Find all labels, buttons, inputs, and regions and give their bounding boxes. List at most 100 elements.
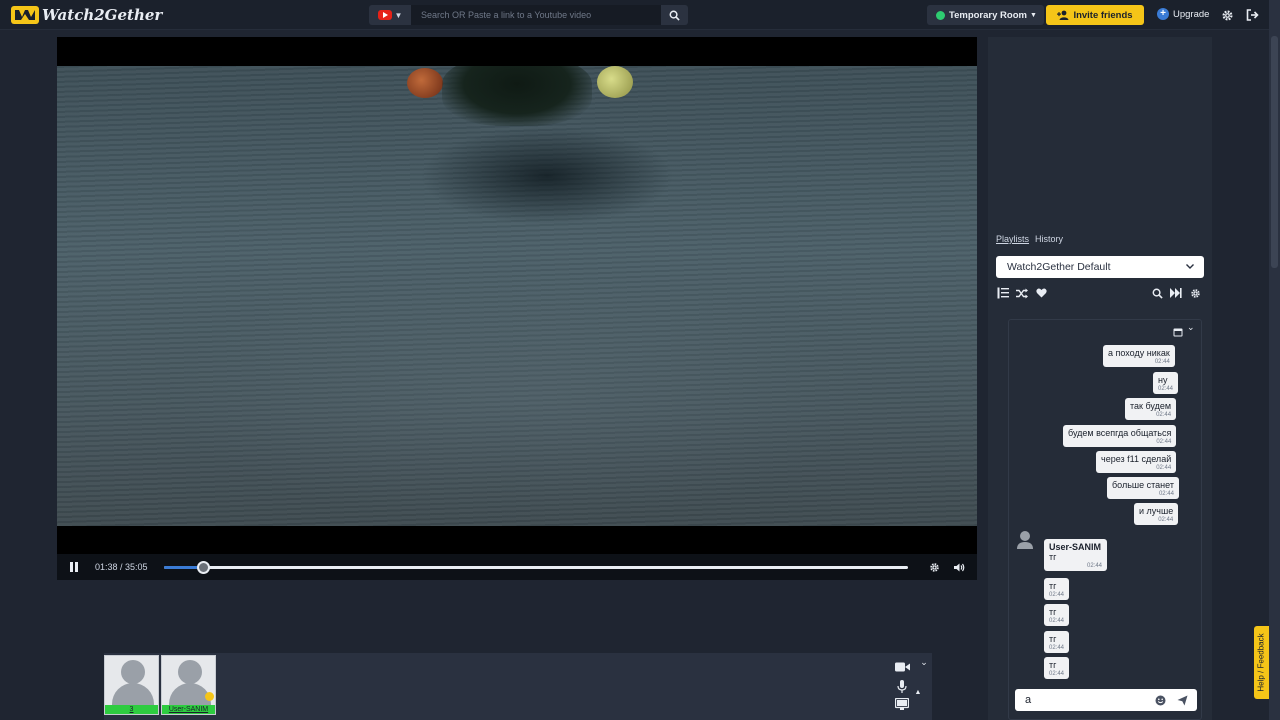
youtube-icon: [377, 10, 392, 20]
gear-icon: [1221, 9, 1233, 21]
message-time: 02:44: [1086, 563, 1102, 569]
search-input[interactable]: [411, 5, 661, 25]
host-crown-icon: [205, 692, 214, 701]
source-select-button[interactable]: ▼: [369, 5, 411, 25]
message-time: 02:44: [1158, 517, 1174, 523]
logout-button[interactable]: [1244, 7, 1260, 23]
scrollbar-thumb[interactable]: [1271, 36, 1278, 268]
chevron-up-icon: ▲: [914, 688, 922, 696]
playlist-search-button[interactable]: [1150, 286, 1164, 300]
tab-playlists[interactable]: Playlists: [996, 234, 1029, 244]
feedback-label: Help / Feedback: [1257, 633, 1267, 692]
send-icon: [1177, 695, 1187, 705]
user-tile[interactable]: User-SANIM: [161, 655, 216, 715]
user-tile[interactable]: 3: [104, 655, 159, 715]
user-name[interactable]: 3: [105, 705, 158, 714]
message-text: так будем: [1130, 401, 1172, 411]
message-text: тг: [1049, 634, 1057, 644]
chat-message: тг 02:44: [1044, 604, 1070, 626]
fast-forward-icon: [1170, 288, 1182, 298]
playlist-settings-button[interactable]: [1188, 286, 1202, 300]
pause-button[interactable]: [70, 562, 80, 572]
logo-icon: [11, 6, 39, 24]
chat-message: тг 02:44: [1044, 657, 1070, 679]
message-text: тг: [1049, 660, 1057, 670]
message-time: 02:44: [1158, 386, 1174, 392]
message-time: 02:44: [1156, 465, 1172, 471]
heart-icon: [1035, 288, 1047, 298]
emoji-icon: [1155, 695, 1165, 705]
search-button[interactable]: [661, 5, 688, 25]
message-text: через f11 сделай: [1101, 454, 1172, 464]
camera-button[interactable]: [894, 660, 910, 674]
gear-icon: [929, 562, 939, 572]
message-text: а походу никак: [1108, 348, 1170, 358]
search-bar: ▼: [369, 5, 688, 25]
chevron-down-icon: ▼: [1029, 11, 1037, 19]
invite-label: Invite friends: [1073, 9, 1133, 21]
video-player[interactable]: 01:38 / 35:05: [57, 37, 977, 580]
chat-avatar: [1017, 531, 1033, 549]
progress-bar[interactable]: [164, 561, 908, 574]
time-display: 01:38 / 35:05: [95, 562, 148, 572]
chat-message: и лучше 02:44: [1134, 503, 1179, 525]
chevron-down-icon: ⌄: [1187, 322, 1195, 332]
video-content: [597, 66, 633, 98]
message-time: 02:44: [1049, 618, 1065, 624]
help-feedback-button[interactable]: Help / Feedback: [1254, 626, 1269, 699]
microphone-icon: [897, 679, 907, 693]
emoji-button[interactable]: [1154, 694, 1166, 706]
message-text: тг: [1049, 581, 1057, 591]
top-bar: Watch2Gether ▼ Temporary Room ▼ Invite f…: [0, 0, 1280, 30]
invite-friends-button[interactable]: Invite friends: [1046, 5, 1144, 25]
tab-history[interactable]: History: [1035, 234, 1063, 244]
chat-message: а походу никак 02:44: [1103, 345, 1175, 367]
window-icon: [1173, 328, 1183, 337]
chevron-down-icon: ⌄: [920, 656, 928, 667]
chat-input-box: [1015, 689, 1197, 711]
chat-message: тг 02:44: [1044, 578, 1070, 600]
app-logo[interactable]: Watch2Gether: [11, 5, 162, 25]
message-text: тг: [1049, 552, 1057, 562]
send-button[interactable]: [1176, 694, 1188, 706]
volume-icon: [954, 563, 965, 571]
gear-icon: [1190, 288, 1200, 298]
chat-input[interactable]: [1015, 689, 1151, 711]
message-time: 02:44: [1049, 645, 1065, 651]
chat-message: через f11 сделай 02:44: [1096, 451, 1177, 473]
room-dropdown[interactable]: Temporary Room ▼: [927, 5, 1044, 25]
progress-knob[interactable]: [197, 561, 211, 574]
video-frame[interactable]: [57, 66, 977, 526]
chat-message: ну 02:44: [1153, 372, 1179, 394]
collapse-button[interactable]: ⌄: [916, 655, 932, 669]
chevron-down-icon: ▼: [394, 10, 403, 20]
upgrade-button[interactable]: + Upgrade: [1157, 8, 1209, 20]
video-content: [407, 68, 443, 98]
playlist-list-button[interactable]: [996, 286, 1010, 300]
playlist-select[interactable]: Watch2Gether Default: [996, 256, 1204, 278]
upgrade-label: Upgrade: [1173, 8, 1210, 20]
settings-button[interactable]: [1219, 7, 1235, 23]
message-text: и лучше: [1139, 506, 1174, 516]
shuffle-button[interactable]: [1015, 286, 1029, 300]
monitor-icon: [895, 697, 909, 710]
microphone-button[interactable]: [894, 679, 910, 693]
mic-options-button[interactable]: ▲: [910, 685, 926, 699]
page-scrollbar[interactable]: [1269, 0, 1280, 720]
message-user[interactable]: User-SANIM: [1049, 542, 1102, 552]
screen-share-button[interactable]: [894, 697, 910, 711]
webcam-panel: 3 User-SANIM ⌄ ▲: [104, 653, 932, 720]
volume-button[interactable]: [952, 560, 966, 574]
chat-collapse-button[interactable]: ⌄: [1187, 322, 1197, 332]
message-time: 02:44: [1156, 412, 1172, 418]
chat-message: User-SANIM тг 02:44: [1044, 539, 1107, 571]
message-text: будем всепгда общаться: [1068, 428, 1172, 438]
chat-window-button[interactable]: [1173, 324, 1183, 337]
skip-forward-button[interactable]: [1169, 286, 1183, 300]
user-name[interactable]: User-SANIM: [162, 705, 215, 714]
message-time: 02:44: [1156, 439, 1172, 445]
favorites-button[interactable]: [1034, 286, 1048, 300]
player-settings-button[interactable]: [927, 560, 941, 574]
logout-icon: [1246, 9, 1259, 21]
message-time: 02:44: [1049, 671, 1065, 677]
